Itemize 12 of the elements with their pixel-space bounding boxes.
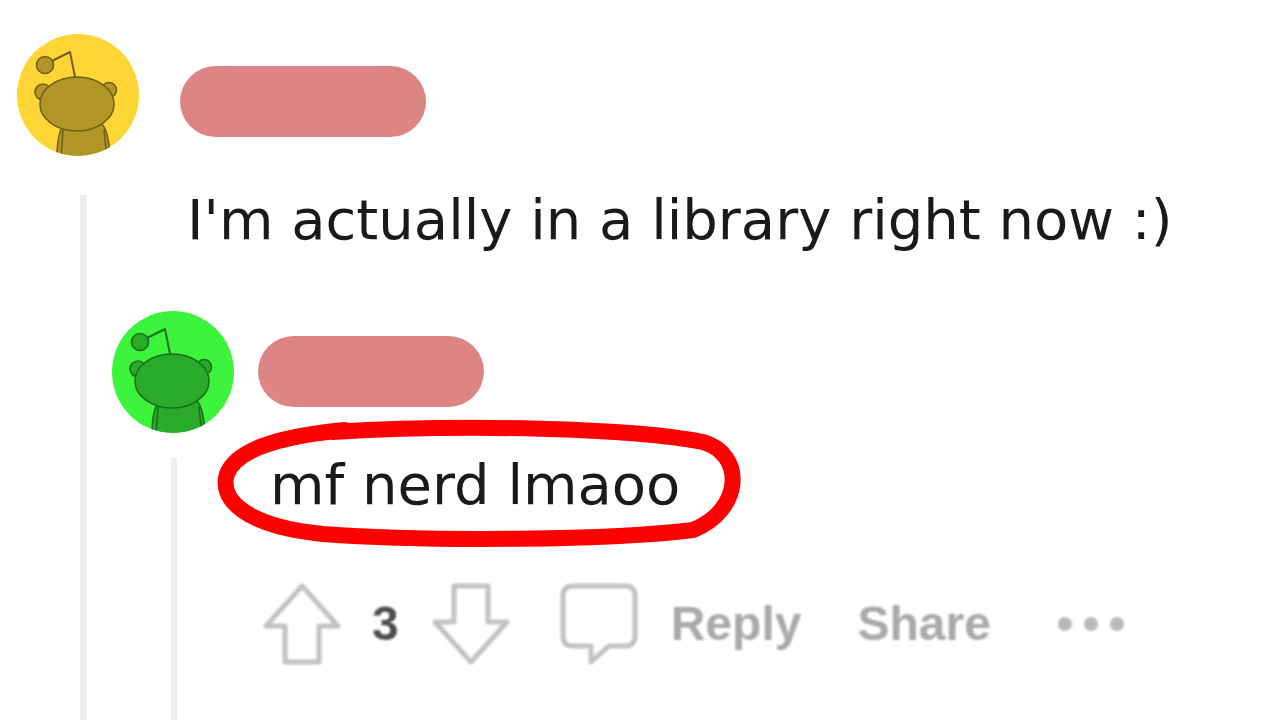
down-arrow-icon — [430, 582, 511, 666]
downvote-button[interactable] — [430, 582, 511, 666]
comment-text: mf nerd lmaoo — [270, 451, 681, 519]
reply-button[interactable]: Reply — [558, 582, 802, 666]
more-icon — [1056, 616, 1125, 632]
upvote-button[interactable] — [262, 582, 342, 666]
comment-text: I'm actually in a library right now :) — [187, 186, 1173, 254]
speech-bubble-icon — [558, 582, 639, 666]
share-button[interactable]: Share — [857, 600, 991, 648]
more-button[interactable] — [1056, 616, 1125, 632]
up-arrow-icon — [262, 582, 342, 666]
vote-count: 3 — [372, 600, 399, 648]
